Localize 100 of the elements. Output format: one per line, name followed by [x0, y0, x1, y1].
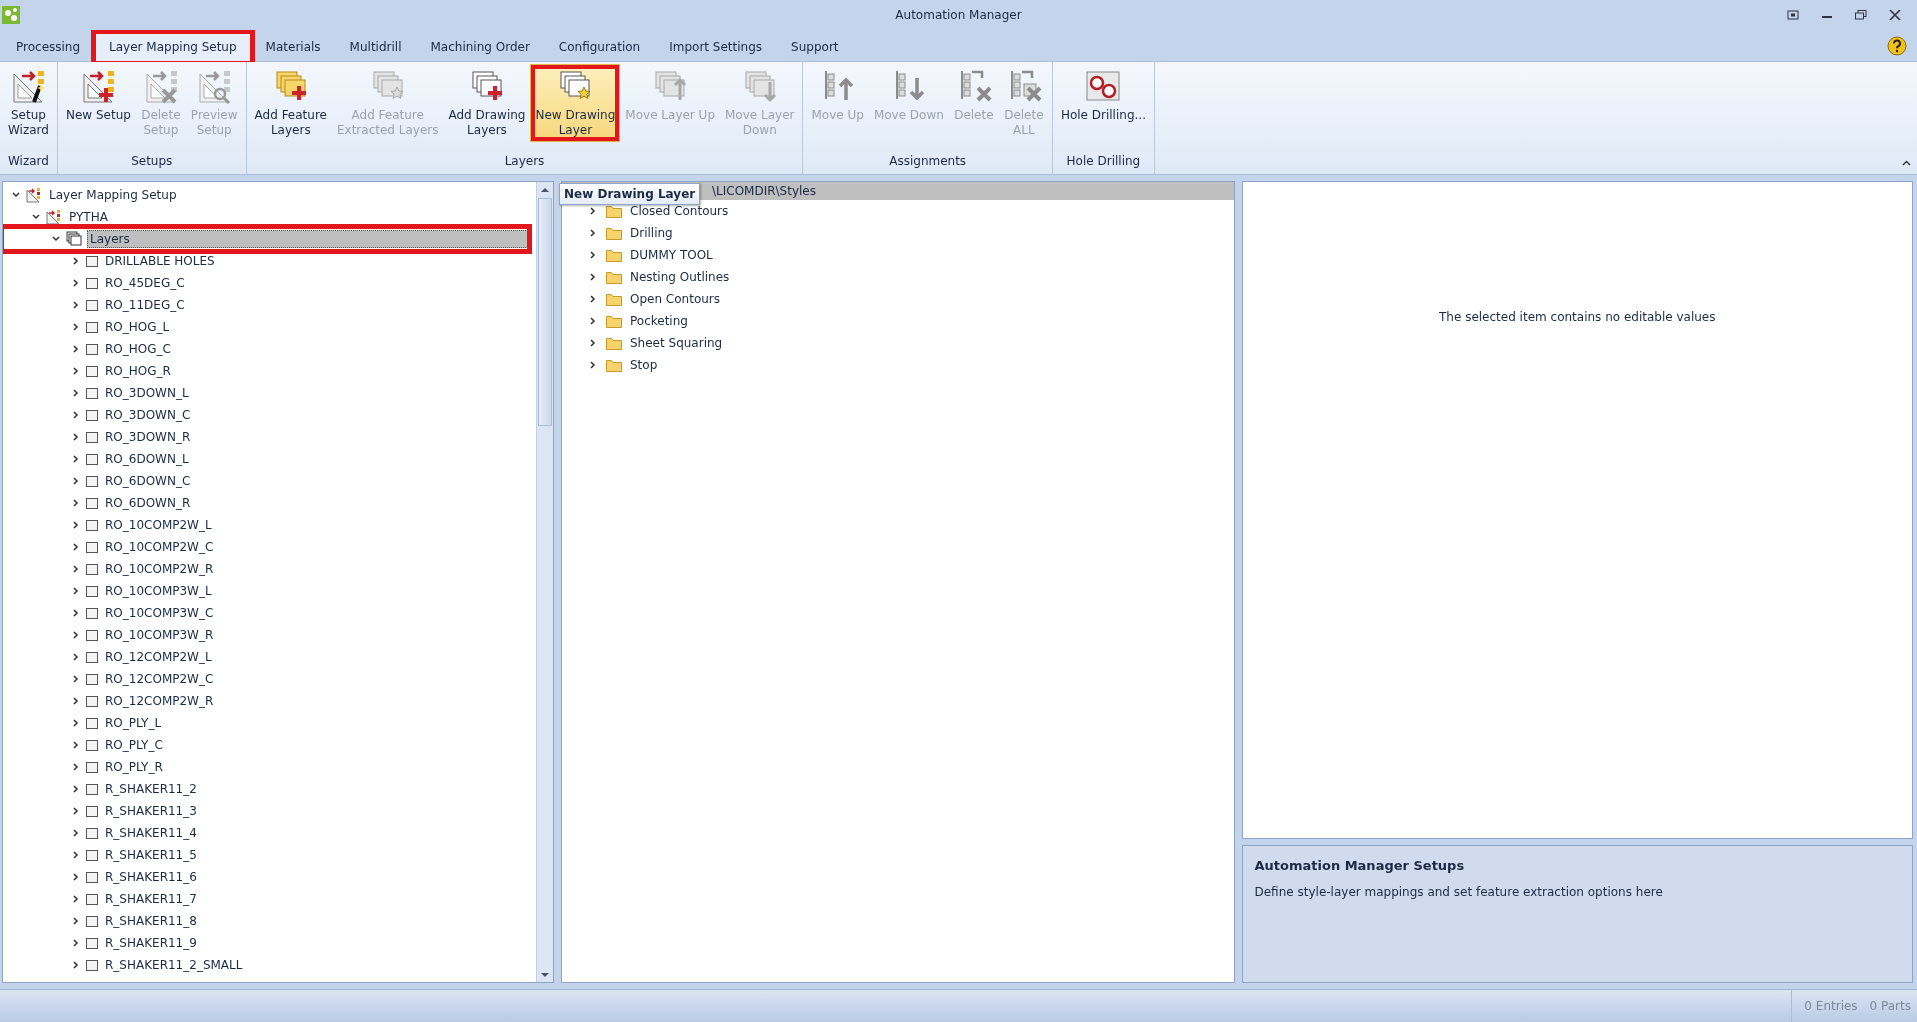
help-icon[interactable]	[1887, 35, 1907, 56]
layer-icon	[86, 321, 98, 333]
app-logo-icon	[2, 6, 20, 24]
tree-item[interactable]: RO_HOG_R	[103, 363, 173, 379]
folder-item[interactable]: Open Contours	[630, 292, 721, 306]
layer-icon	[86, 849, 98, 861]
layer-icon	[86, 959, 98, 971]
folder-item[interactable]: Pocketing	[630, 314, 688, 328]
tree-item[interactable]: RO_12COMP2W_L	[103, 649, 214, 665]
setup-icon	[26, 187, 42, 203]
wizard-icon	[10, 68, 47, 104]
ribbon-button[interactable]: Hole Drilling...	[1055, 64, 1151, 142]
folder-item[interactable]: Closed Contours	[630, 204, 729, 218]
layer-icon	[86, 255, 98, 267]
ribbon-tab[interactable]: Import Settings	[655, 33, 777, 61]
ribbon-button[interactable]: New Setup	[60, 64, 136, 142]
tree-item[interactable]: RO_10COMP2W_L	[103, 517, 214, 533]
tree-item[interactable]: R_SHAKER11_3	[103, 803, 199, 819]
tree-item[interactable]: RO_3DOWN_L	[103, 385, 191, 401]
tree-item[interactable]: Layers	[87, 230, 528, 248]
tree-item[interactable]: RO_10COMP3W_R	[103, 627, 216, 643]
ribbon-tab[interactable]: Configuration	[544, 33, 655, 61]
tree-item[interactable]: RO_6DOWN_C	[103, 473, 193, 489]
folder-icon	[606, 314, 622, 328]
layer-icon	[86, 651, 98, 663]
tree-item[interactable]: R_SHAKER11_4	[103, 825, 199, 841]
folder-path: \LICOMDIR\Styles	[712, 184, 816, 198]
layer-icon	[86, 871, 98, 883]
tree-item[interactable]: R_SHAKER11_8	[103, 913, 199, 929]
group-label: Hole Drilling	[1066, 154, 1141, 168]
scrollbar[interactable]	[536, 182, 553, 982]
layer-icon	[86, 409, 98, 421]
tree-item[interactable]: RO_10COMP2W_C	[103, 539, 216, 555]
restore-icon[interactable]	[1855, 10, 1867, 20]
tree-item[interactable]: R_SHAKER11_6	[103, 869, 199, 885]
ribbon-button[interactable]: Add Drawing Layers	[443, 64, 531, 142]
ribbon-tab[interactable]: Materials	[251, 33, 335, 61]
ribbon-tab[interactable]: Machining Order	[416, 33, 544, 61]
tree-item[interactable]: RO_PLY_L	[103, 715, 164, 731]
folder-icon	[606, 270, 622, 284]
tree-item[interactable]: R_SHAKER11_9	[103, 935, 199, 951]
preview-setup-icon	[196, 68, 233, 104]
tree-item[interactable]: RO_6DOWN_R	[103, 495, 193, 511]
tree-item[interactable]: R_SHAKER11_7	[103, 891, 199, 907]
add-setup-icon	[80, 68, 117, 104]
layer-icon	[86, 387, 98, 399]
tree-item[interactable]: RO_6DOWN_L	[103, 451, 191, 467]
folder-icon	[606, 292, 622, 306]
group-label: Setups	[131, 154, 173, 168]
close-icon[interactable]	[1889, 10, 1901, 20]
tree-item[interactable]: RO_PLY_R	[103, 759, 165, 775]
tree-item[interactable]: RO_HOG_C	[103, 341, 173, 357]
ribbon-tab[interactable]: Multidrill	[335, 33, 416, 61]
folder-item[interactable]: Nesting Outlines	[630, 270, 730, 284]
ribbon-button[interactable]: Setup Wizard	[3, 64, 54, 142]
ribbon-tab[interactable]: Processing	[2, 33, 95, 61]
ribbon-button[interactable]: New Drawing Layer	[530, 64, 621, 142]
group-label: Wizard	[8, 154, 49, 168]
layer-icon	[86, 497, 98, 509]
circles-icon	[1085, 68, 1122, 104]
folder-item[interactable]: DUMMY TOOL	[630, 248, 713, 262]
tree-item[interactable]: RO_12COMP2W_C	[103, 671, 216, 687]
tree-item[interactable]: R_SHAKER11_5	[103, 847, 199, 863]
tree-item[interactable]: RO_11DEG_C	[103, 297, 187, 313]
layer-icon	[86, 277, 98, 289]
tree-item[interactable]: RO_12COMP2W_R	[103, 693, 216, 709]
folder-item[interactable]: Sheet Squaring	[630, 336, 723, 350]
scroll-thumb[interactable]	[538, 198, 552, 426]
tree-item[interactable]: R_SHAKER11_2_SMALL	[103, 957, 245, 973]
tree-item[interactable]: RO_3DOWN_C	[103, 407, 193, 423]
tree-item[interactable]: RO_10COMP3W_C	[103, 605, 216, 621]
tree-item[interactable]: RO_PLY_C	[103, 737, 165, 753]
folder-item[interactable]: Stop	[630, 358, 658, 372]
layer-icon	[86, 937, 98, 949]
layer-icon	[86, 563, 98, 575]
tree-item[interactable]: RO_45DEG_C	[103, 275, 187, 291]
tree-item[interactable]: PYTHA	[67, 209, 110, 225]
tree-item[interactable]: R_SHAKER11_2	[103, 781, 199, 797]
tree-item[interactable]: RO_10COMP2W_R	[103, 561, 216, 577]
window-title: Automation Manager	[895, 8, 1022, 22]
ribbon-tab[interactable]: Support	[777, 33, 853, 61]
layer-icon	[86, 827, 98, 839]
group-label: Assignments	[889, 154, 967, 168]
fullscreen-icon[interactable]	[1787, 10, 1799, 20]
tree-item[interactable]: RO_3DOWN_R	[103, 429, 193, 445]
folder-icon	[606, 358, 622, 372]
layer-icon	[86, 717, 98, 729]
tree-item[interactable]: Layer Mapping Setup	[47, 187, 179, 203]
ribbon-button[interactable]: Add Feature Layers	[249, 64, 332, 142]
layer-icon	[86, 607, 98, 619]
layer-icon	[86, 343, 98, 355]
layer-icon	[86, 629, 98, 641]
layer-icon	[86, 893, 98, 905]
tree-item[interactable]: RO_HOG_L	[103, 319, 172, 335]
setup-icon	[46, 209, 62, 225]
collapse-ribbon-icon[interactable]	[1902, 160, 1911, 166]
tree-item[interactable]: DRILLABLE HOLES	[103, 253, 217, 269]
layer-icon	[86, 365, 98, 377]
folder-item[interactable]: Drilling	[630, 226, 673, 240]
tree-item[interactable]: RO_10COMP3W_L	[103, 583, 214, 599]
